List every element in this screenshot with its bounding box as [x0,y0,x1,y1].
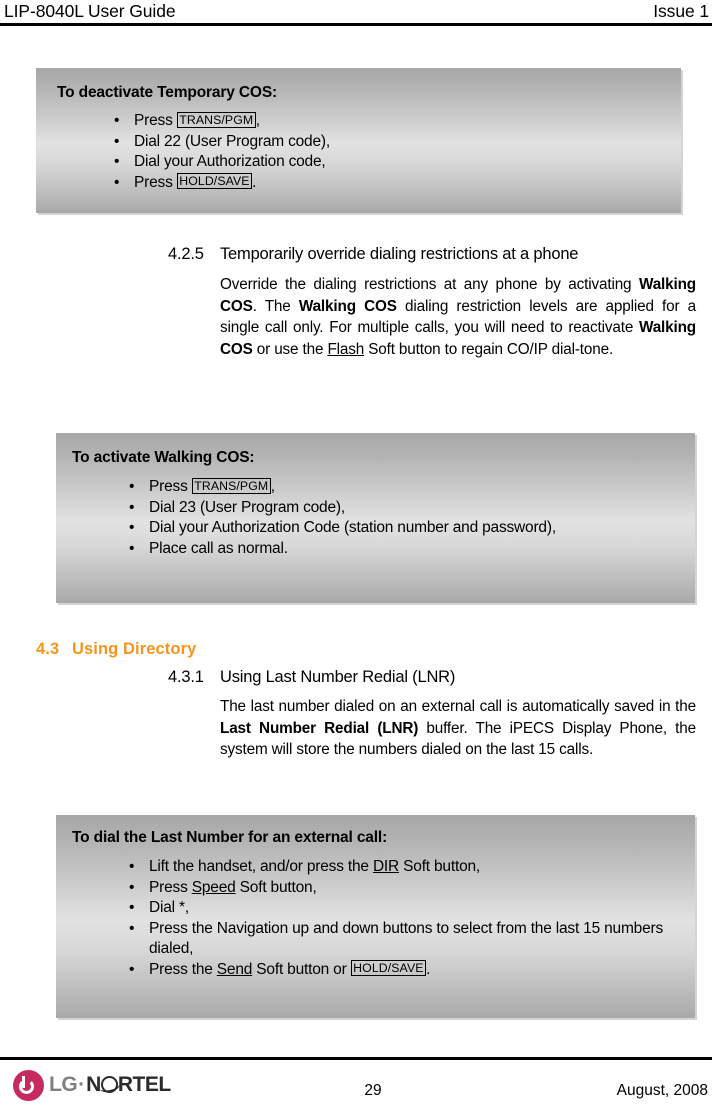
list-item: • Press Speed Soft button, [129,878,674,899]
section-paragraph: The last number dialed on an external ca… [220,696,696,761]
main-heading-4-3: 4.3 Using Directory [36,640,196,659]
callout-title: To dial the Last Number for an external … [72,829,388,846]
callout-list: • Lift the handset, and/or press the DIR… [129,857,674,981]
list-item: • Place call as normal. [129,539,669,560]
paragraph-bold-term: Last Number Redial (LNR) [220,719,419,737]
bullet-icon: • [129,519,135,536]
paragraph-text: Override the dialing restrictions at any… [220,276,639,293]
list-item-text: Dial your Authorization Code (station nu… [149,519,556,536]
list-item-text: Press the [149,960,217,978]
paragraph-text: or use the [252,340,328,358]
list-item-suffix: , [255,112,260,129]
callout-title: To deactivate Temporary COS: [57,84,278,101]
globe-icon [97,1076,121,1095]
list-item-text: Dial your Authorization code, [134,153,326,170]
list-item: • Dial *, [129,898,674,919]
list-item: • Press the Send Soft button or HOLD/SAV… [129,960,674,981]
paragraph-text: Soft button to regain CO/IP dial-tone. [364,340,614,358]
list-item: • Press TRANS/PGM, [129,477,669,498]
main-heading-title: Using Directory [72,640,197,658]
list-item: • Dial your Authorization Code (station … [129,518,669,539]
list-item-suffix: , [270,478,275,495]
paragraph-text: The last number dialed on an external ca… [220,698,696,715]
list-item-suffix: Soft button, [399,858,481,875]
bullet-icon: • [114,153,120,170]
list-item-text: Press [134,112,177,129]
callout-list: • Press TRANS/PGM, • Dial 22 (User Progr… [114,111,654,194]
logo-nortel-text: N RTEL [86,1073,171,1097]
list-item: • Press TRANS/PGM, [114,111,654,132]
bullet-icon: • [114,112,120,129]
callout-list: • Press TRANS/PGM, • Dial 23 (User Progr… [129,477,669,560]
list-item-text: Press [149,478,192,495]
bullet-icon: • [129,539,135,557]
section-number: 4.2.5 [168,245,204,263]
bullet-icon: • [129,498,135,516]
bullet-icon: • [129,960,135,978]
list-item-text: Soft button or [252,960,351,978]
list-item-text: Press the Navigation up and down buttons… [149,919,664,958]
bullet-icon: • [129,899,135,916]
section-title: Using Last Number Redial (LNR) [220,668,456,686]
paragraph-text: . The [252,297,299,315]
header-document-title: LIP-8040L User Guide [4,1,176,21]
list-item-suffix: . [426,960,431,978]
keycap-trans-pgm[interactable]: TRANS/PGM [176,111,256,128]
logo-separator-dot: · [78,1073,86,1096]
list-item-suffix: . [252,173,257,191]
list-item: • Press the Navigation up and down butto… [129,919,674,960]
bullet-icon: • [129,878,135,896]
main-heading-number: 4.3 [36,640,60,658]
keycap-hold-save[interactable]: HOLD/SAVE [350,960,427,976]
list-item-text: Press [149,878,192,896]
list-item-text: Dial *, [149,899,189,916]
list-item-text: Dial 22 (User Program code), [134,132,330,150]
section-heading: 4.2.5 Temporarily override dialing restr… [168,243,696,265]
section-4-2-5: 4.2.5 Temporarily override dialing restr… [168,243,696,360]
list-item: • Lift the handset, and/or press the DIR… [129,857,674,878]
list-item: • Dial your Authorization code, [114,152,654,173]
bullet-icon: • [129,478,135,495]
bullet-icon: • [129,858,135,875]
softkey-speed[interactable]: Speed [192,879,236,896]
section-title: Temporarily override dialing restriction… [220,245,579,263]
callout-dial-last-number: To dial the Last Number for an external … [56,815,695,1018]
list-item: • Press HOLD/SAVE. [114,173,654,194]
keycap-hold-save[interactable]: HOLD/SAVE [176,173,253,189]
bullet-icon: • [114,132,120,150]
callout-title: To activate Walking COS: [72,449,255,466]
list-item-suffix: Soft button, [235,878,317,896]
section-paragraph: Override the dialing restrictions at any… [220,274,696,360]
list-item-text: Lift the handset, and/or press the [149,858,373,875]
section-heading: 4.3.1 Using Last Number Redial (LNR) [168,666,696,688]
callout-deactivate-temporary-cos: To deactivate Temporary COS: • Press TRA… [36,68,681,213]
list-item-text: Dial 23 (User Program code), [149,498,345,516]
lg-face-logo-icon [13,1069,44,1101]
paragraph-softkey-flash: Flash [327,340,365,358]
paragraph-bold-term: Walking COS [298,297,397,315]
softkey-send[interactable]: Send [217,961,253,978]
keycap-trans-pgm[interactable]: TRANS/PGM [191,477,271,494]
list-item: • Dial 23 (User Program code), [129,498,669,519]
page-number: 29 [364,1082,382,1099]
header-issue-label: Issue 1 [653,1,709,21]
section-4-3-1: 4.3.1 Using Last Number Redial (LNR) The… [168,666,696,761]
footer-date: August, 2008 [616,1082,708,1099]
header-divider-rule [0,23,712,26]
section-number: 4.3.1 [168,668,204,686]
list-item: • Dial 22 (User Program code), [114,132,654,153]
bullet-icon: • [114,173,120,191]
bullet-icon: • [129,919,135,937]
page-footer: LG · N RTEL 29 August, 2008 [0,1060,712,1109]
logo-lg-text: LG [49,1073,78,1096]
logo-nortel-suffix: RTEL [117,1073,171,1096]
callout-activate-walking-cos: To activate Walking COS: • Press TRANS/P… [56,433,695,603]
list-item-text: Press [134,173,177,191]
lg-nortel-logo: LG · N RTEL [13,1068,171,1102]
list-item-text: Place call as normal. [149,539,288,557]
softkey-dir[interactable]: DIR [373,858,399,875]
